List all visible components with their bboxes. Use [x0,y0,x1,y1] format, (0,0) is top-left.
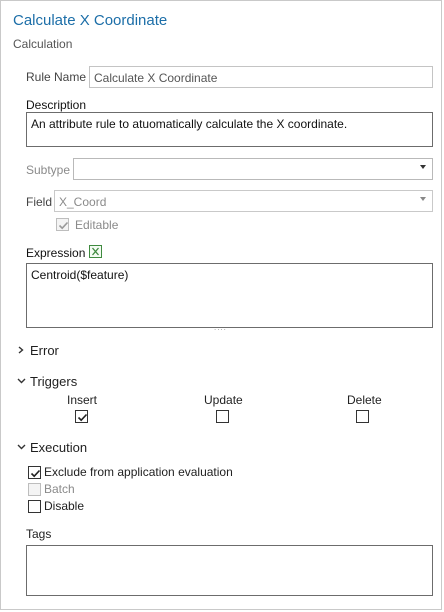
attribute-rule-pane: Calculate X Coordinate Calculation Rule … [0,0,442,610]
subtype-label: Subtype [26,163,71,177]
exclude-evaluation-label: Exclude from application evaluation [44,465,233,479]
batch-checkbox[interactable] [28,483,41,496]
editable-label: Editable [75,218,119,232]
rule-title: Calculate X Coordinate [13,12,168,29]
chevron-down-icon [420,197,426,201]
tags-label: Tags [26,527,52,541]
field-dropdown[interactable]: X_Coord [54,190,433,212]
chevron-down-icon[interactable] [17,377,26,385]
disable-label: Disable [44,499,85,513]
tags-field[interactable] [26,545,433,596]
checkmark-icon [77,413,88,422]
triggers-section-header[interactable]: Triggers [30,374,77,389]
expression-x-glyph [92,247,99,256]
disable-checkbox[interactable] [28,500,41,513]
exclude-evaluation-checkbox[interactable] [28,466,41,479]
chevron-down-icon[interactable] [17,443,26,451]
field-label: Field [26,195,53,209]
trigger-update-label: Update [204,393,243,407]
arcade-expression-icon[interactable] [89,245,102,258]
rule-name-field[interactable]: Calculate X Coordinate [89,66,433,88]
trigger-insert-checkbox[interactable] [75,410,88,423]
editable-checkbox[interactable] [56,218,69,231]
error-section-header[interactable]: Error [30,343,59,358]
checkmark-icon [58,221,69,230]
subtype-dropdown[interactable] [73,158,433,180]
checkmark-icon [30,469,41,478]
trigger-insert-label: Insert [67,393,98,407]
trigger-delete-checkbox[interactable] [356,410,369,423]
description-field[interactable]: An attribute rule to atuomatically calcu… [26,112,433,147]
chevron-down-icon [420,165,426,169]
execution-section-header[interactable]: Execution [30,440,87,455]
expression-editor[interactable]: Centroid($feature) [26,263,433,328]
batch-label: Batch [44,482,75,496]
rule-type-label: Calculation [13,37,73,51]
resize-grip[interactable]: .... [214,323,227,332]
trigger-delete-label: Delete [347,393,382,407]
expression-label: Expression [26,246,86,260]
trigger-update-checkbox[interactable] [216,410,229,423]
field-value: X_Coord [59,195,107,209]
rule-name-label: Rule Name [26,70,87,84]
chevron-right-icon[interactable] [17,346,25,354]
description-label: Description [26,98,87,112]
